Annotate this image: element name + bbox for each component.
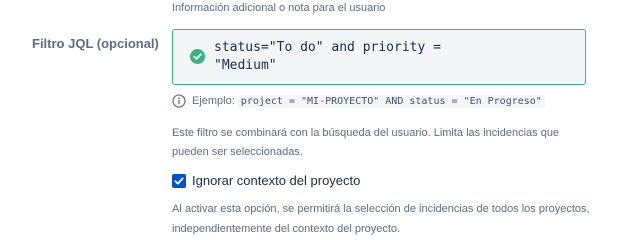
ignore-context-checkbox[interactable] (172, 173, 186, 188)
ignore-context-label[interactable]: Ignorar contexto del proyecto (192, 173, 360, 188)
top-note: Información adicional o nota para el usu… (172, 2, 386, 14)
info-icon (172, 94, 186, 108)
ignore-context-help-text: Al activar esta opción, se permitirá la … (172, 203, 590, 235)
filter-help-text: Este filtro se combinará con la búsqueda… (172, 127, 560, 158)
example-code: project = "MI-PROYECTO" AND status = "En… (237, 94, 545, 108)
jql-filter-label: Filtro JQL (opcional) (32, 36, 159, 51)
example-row: Ejemplo: project = "MI-PROYECTO" AND sta… (172, 93, 545, 109)
ignore-context-option[interactable]: Ignorar contexto del proyecto (172, 173, 360, 188)
check-circle-icon (190, 49, 205, 64)
example-label: Ejemplo: (192, 95, 235, 107)
jql-filter-input[interactable]: status="To do" and priority = "Medium" (172, 29, 586, 85)
checkmark-icon (174, 177, 184, 184)
jql-filter-value: status="To do" and priority = "Medium" (214, 40, 441, 73)
